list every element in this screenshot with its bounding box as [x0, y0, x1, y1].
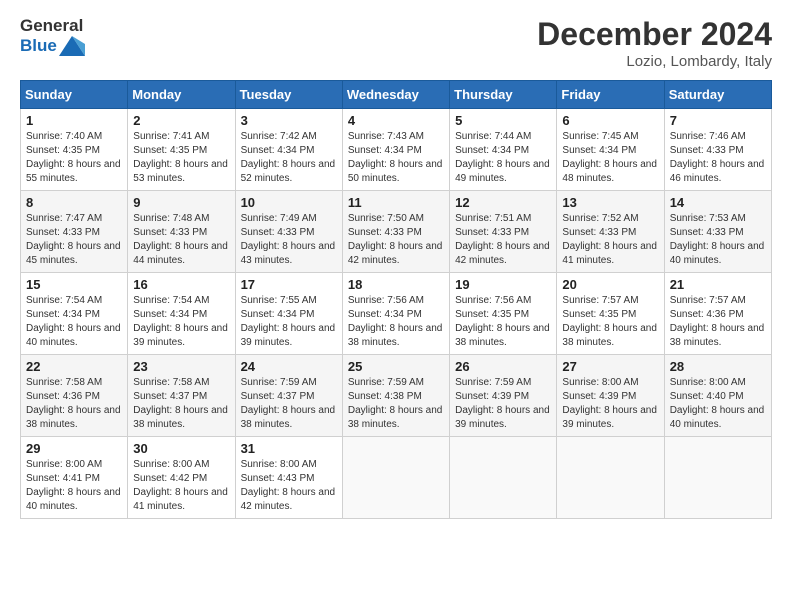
table-row: 21 Sunrise: 7:57 AMSunset: 4:36 PMDaylig…	[664, 273, 771, 355]
col-monday: Monday	[128, 81, 235, 109]
logo-content: General Blue	[20, 16, 85, 56]
calendar: Sunday Monday Tuesday Wednesday Thursday…	[20, 80, 772, 519]
table-row: 13 Sunrise: 7:52 AMSunset: 4:33 PMDaylig…	[557, 191, 664, 273]
table-row: 7 Sunrise: 7:46 AMSunset: 4:33 PMDayligh…	[664, 109, 771, 191]
table-row: 31 Sunrise: 8:00 AMSunset: 4:43 PMDaylig…	[235, 437, 342, 519]
col-wednesday: Wednesday	[342, 81, 449, 109]
col-sunday: Sunday	[21, 81, 128, 109]
table-row: 26 Sunrise: 7:59 AMSunset: 4:39 PMDaylig…	[450, 355, 557, 437]
table-row: 11 Sunrise: 7:50 AMSunset: 4:33 PMDaylig…	[342, 191, 449, 273]
calendar-week-row: 29 Sunrise: 8:00 AMSunset: 4:41 PMDaylig…	[21, 437, 772, 519]
table-row: 12 Sunrise: 7:51 AMSunset: 4:33 PMDaylig…	[450, 191, 557, 273]
table-row: 10 Sunrise: 7:49 AMSunset: 4:33 PMDaylig…	[235, 191, 342, 273]
table-row: 23 Sunrise: 7:58 AMSunset: 4:37 PMDaylig…	[128, 355, 235, 437]
table-row: 24 Sunrise: 7:59 AMSunset: 4:37 PMDaylig…	[235, 355, 342, 437]
table-row: 3 Sunrise: 7:42 AMSunset: 4:34 PMDayligh…	[235, 109, 342, 191]
table-row: 29 Sunrise: 8:00 AMSunset: 4:41 PMDaylig…	[21, 437, 128, 519]
page: General Blue December 2024 Lozio, Lombar…	[0, 0, 792, 529]
empty-cell	[664, 437, 771, 519]
col-friday: Friday	[557, 81, 664, 109]
table-row: 16 Sunrise: 7:54 AMSunset: 4:34 PMDaylig…	[128, 273, 235, 355]
logo-icon	[59, 36, 85, 56]
table-row: 4 Sunrise: 7:43 AMSunset: 4:34 PMDayligh…	[342, 109, 449, 191]
empty-cell	[450, 437, 557, 519]
table-row: 8 Sunrise: 7:47 AMSunset: 4:33 PMDayligh…	[21, 191, 128, 273]
table-row: 28 Sunrise: 8:00 AMSunset: 4:40 PMDaylig…	[664, 355, 771, 437]
empty-cell	[342, 437, 449, 519]
empty-cell	[557, 437, 664, 519]
title-block: December 2024 Lozio, Lombardy, Italy	[537, 16, 772, 70]
table-row: 30 Sunrise: 8:00 AMSunset: 4:42 PMDaylig…	[128, 437, 235, 519]
col-thursday: Thursday	[450, 81, 557, 109]
col-saturday: Saturday	[664, 81, 771, 109]
table-row: 14 Sunrise: 7:53 AMSunset: 4:33 PMDaylig…	[664, 191, 771, 273]
table-row: 20 Sunrise: 7:57 AMSunset: 4:35 PMDaylig…	[557, 273, 664, 355]
calendar-week-row: 1 Sunrise: 7:40 AMSunset: 4:35 PMDayligh…	[21, 109, 772, 191]
table-row: 22 Sunrise: 7:58 AMSunset: 4:36 PMDaylig…	[21, 355, 128, 437]
table-row: 27 Sunrise: 8:00 AMSunset: 4:39 PMDaylig…	[557, 355, 664, 437]
table-row: 5 Sunrise: 7:44 AMSunset: 4:34 PMDayligh…	[450, 109, 557, 191]
calendar-week-row: 22 Sunrise: 7:58 AMSunset: 4:36 PMDaylig…	[21, 355, 772, 437]
table-row: 17 Sunrise: 7:55 AMSunset: 4:34 PMDaylig…	[235, 273, 342, 355]
table-row: 6 Sunrise: 7:45 AMSunset: 4:34 PMDayligh…	[557, 109, 664, 191]
logo: General Blue	[20, 16, 85, 56]
location: Lozio, Lombardy, Italy	[537, 53, 772, 70]
table-row: 18 Sunrise: 7:56 AMSunset: 4:34 PMDaylig…	[342, 273, 449, 355]
month-title: December 2024	[537, 16, 772, 53]
table-row: 1 Sunrise: 7:40 AMSunset: 4:35 PMDayligh…	[21, 109, 128, 191]
col-tuesday: Tuesday	[235, 81, 342, 109]
calendar-week-row: 15 Sunrise: 7:54 AMSunset: 4:34 PMDaylig…	[21, 273, 772, 355]
table-row: 2 Sunrise: 7:41 AMSunset: 4:35 PMDayligh…	[128, 109, 235, 191]
table-row: 19 Sunrise: 7:56 AMSunset: 4:35 PMDaylig…	[450, 273, 557, 355]
table-row: 15 Sunrise: 7:54 AMSunset: 4:34 PMDaylig…	[21, 273, 128, 355]
header: General Blue December 2024 Lozio, Lombar…	[20, 16, 772, 70]
calendar-header-row: Sunday Monday Tuesday Wednesday Thursday…	[21, 81, 772, 109]
table-row: 25 Sunrise: 7:59 AMSunset: 4:38 PMDaylig…	[342, 355, 449, 437]
logo-text: General Blue	[20, 16, 85, 56]
calendar-week-row: 8 Sunrise: 7:47 AMSunset: 4:33 PMDayligh…	[21, 191, 772, 273]
table-row: 9 Sunrise: 7:48 AMSunset: 4:33 PMDayligh…	[128, 191, 235, 273]
